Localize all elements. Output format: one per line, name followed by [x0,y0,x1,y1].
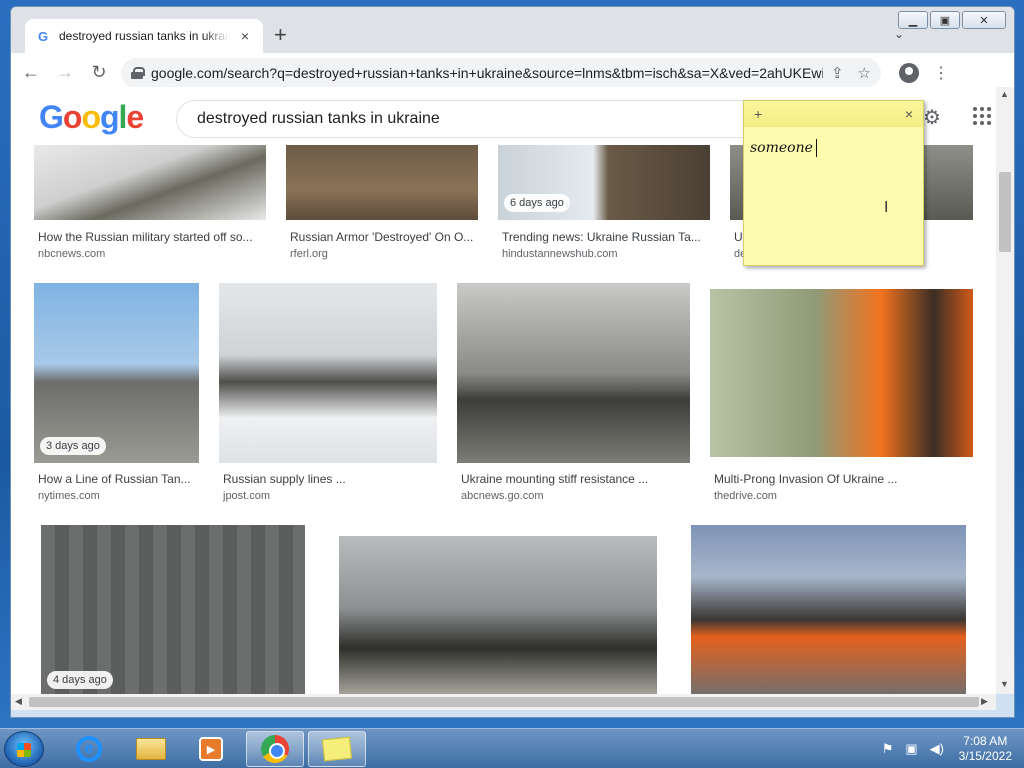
result-title[interactable]: How the Russian military started off so.… [38,230,266,244]
sticky-notes-icon [321,736,353,762]
action-center-flag-icon[interactable]: ⚑ [882,741,894,757]
volume-icon[interactable]: ◀) [930,741,944,757]
apps-grid-icon[interactable] [973,107,991,125]
system-tray: ⚑ ▣ ◀) [882,741,944,757]
vertical-scrollbar[interactable]: ▲ ▼ [996,87,1014,694]
tab-close-icon[interactable]: × [237,28,253,44]
result-image[interactable] [286,145,478,220]
taskbar-sticky-notes[interactable] [308,731,366,767]
minimize-button[interactable]: ▁ [898,11,928,29]
result-source[interactable]: hindustannewshub.com [502,248,618,260]
clock[interactable]: 7:08 AM 3/15/2022 [959,734,1012,764]
result-title[interactable]: Russian supply lines ... [223,472,433,486]
sticky-note-header[interactable]: + × [744,101,923,127]
result-image[interactable] [34,145,266,220]
result-image[interactable] [219,283,437,463]
menu-kebab-icon[interactable]: ⋮ [933,63,949,83]
sticky-note-text[interactable]: someone [744,127,923,169]
result-image[interactable] [691,525,966,694]
network-icon[interactable]: ▣ [905,741,917,757]
result-source[interactable]: nbcnews.com [38,248,105,260]
result-image[interactable]: 3 days ago [34,283,199,463]
date-badge: 4 days ago [47,671,113,689]
google-logo[interactable]: Google [39,99,144,136]
taskbar-explorer[interactable] [122,731,180,767]
tab-search[interactable]: G destroyed russian tanks in ukraine × [25,19,263,53]
taskbar-chrome[interactable] [246,731,304,767]
folder-icon [136,738,166,760]
taskbar-media-player[interactable]: ▶ [182,731,240,767]
reload-icon[interactable]: ↻ [85,59,113,87]
vertical-scroll-thumb[interactable] [999,172,1011,252]
result-image[interactable]: 6 days ago [498,145,710,220]
scroll-up-arrow-icon[interactable]: ▲ [1000,89,1009,99]
share-icon[interactable]: ⇪ [831,64,844,82]
close-note-icon[interactable]: × [905,106,913,122]
chrome-icon [261,735,289,763]
lock-icon[interactable] [131,66,145,79]
close-window-button[interactable]: ✕ [962,11,1006,29]
add-note-icon[interactable]: + [754,106,762,122]
google-favicon-icon: G [37,28,49,44]
result-source[interactable]: abcnews.go.com [461,490,544,502]
scroll-down-arrow-icon[interactable]: ▼ [1000,679,1009,689]
forward-icon[interactable]: → [51,59,79,87]
tab-search-chevron-icon[interactable]: ⌄ [894,27,904,41]
maximize-button[interactable]: ▣ [930,11,960,29]
result-title[interactable]: Russian Armor 'Destroyed' On O... [290,230,480,244]
start-button[interactable] [4,731,44,767]
result-image[interactable] [710,289,973,457]
horizontal-scrollbar[interactable]: ◀ ▶ [11,694,996,710]
result-image[interactable]: 4 days ago [41,525,305,694]
result-image[interactable] [457,283,690,463]
date-badge: 6 days ago [504,194,570,212]
tab-title: destroyed russian tanks in ukraine [59,29,229,43]
bookmark-star-icon[interactable]: ☆ [858,64,871,82]
window-controls: ▁ ▣ ✕ [898,11,1006,29]
sticky-note[interactable]: + × someone I [743,100,924,266]
scroll-right-arrow-icon[interactable]: ▶ [981,696,988,707]
media-player-icon: ▶ [199,737,223,761]
result-source[interactable]: nytimes.com [38,490,100,502]
taskbar-ie[interactable]: e [60,731,118,767]
result-title[interactable]: Multi-Prong Invasion Of Ukraine ... [714,472,969,486]
result-title[interactable]: Ukraine mounting stiff resistance ... [461,472,686,486]
clock-time: 7:08 AM [963,734,1008,748]
text-cursor-icon: I [884,199,889,216]
result-title[interactable]: Trending news: Ukraine Russian Ta... [502,230,707,244]
result-title[interactable]: How a Line of Russian Tan... [38,472,200,486]
new-tab-button[interactable]: + [274,24,287,46]
result-source[interactable]: thedrive.com [714,490,777,502]
profile-avatar-icon[interactable] [899,62,919,83]
scroll-left-arrow-icon[interactable]: ◀ [15,696,22,707]
result-image[interactable] [339,536,657,694]
back-icon[interactable]: ← [17,59,45,87]
tab-strip: G destroyed russian tanks in ukraine × +… [11,7,1014,53]
date-badge: 3 days ago [40,437,106,455]
address-bar[interactable]: google.com/search?q=destroyed+russian+ta… [121,57,881,88]
clock-date: 3/15/2022 [958,749,1012,763]
search-input[interactable]: destroyed russian tanks in ukraine [176,100,776,138]
text-caret [815,139,817,157]
horizontal-scroll-thumb[interactable] [29,697,979,707]
settings-gear-icon[interactable]: ⚙ [923,105,941,130]
internet-explorer-icon: e [76,736,102,762]
result-source[interactable]: jpost.com [223,490,270,502]
result-source[interactable]: rferl.org [290,248,328,260]
taskbar: e ▶ ⚑ ▣ ◀) 7:08 AM 3/15/2022 [0,728,1024,768]
url-text[interactable]: google.com/search?q=destroyed+russian+ta… [151,65,823,81]
